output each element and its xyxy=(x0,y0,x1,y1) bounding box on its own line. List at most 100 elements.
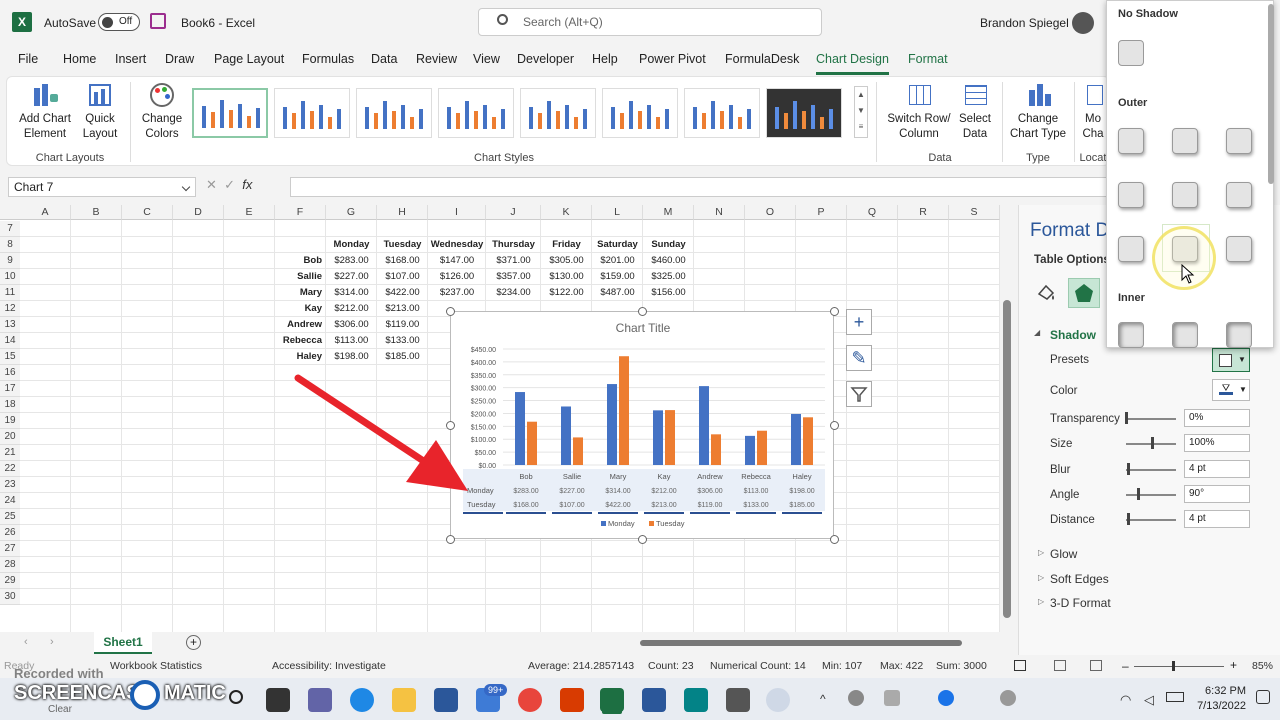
avatar[interactable] xyxy=(1072,12,1094,34)
column-header[interactable]: G xyxy=(326,205,377,220)
taskbar-search-icon[interactable] xyxy=(229,690,243,704)
inner-shadow-preset[interactable] xyxy=(1172,322,1198,348)
row-header[interactable]: 14 xyxy=(0,333,20,349)
tab-chart-design[interactable]: Chart Design xyxy=(816,52,889,75)
quick-layout-button[interactable]: Quick Layout xyxy=(76,82,124,142)
table-cell[interactable]: $487.00 xyxy=(592,285,643,301)
name-box[interactable]: Chart 7 xyxy=(8,177,196,197)
distance-slider[interactable] xyxy=(1126,519,1176,521)
table-cell[interactable]: $133.00 xyxy=(377,333,428,349)
fill-line-icon[interactable] xyxy=(1034,280,1058,304)
outer-shadow-preset[interactable] xyxy=(1226,128,1252,154)
row-header[interactable]: 23 xyxy=(0,477,20,493)
table-cell[interactable]: $325.00 xyxy=(643,269,694,285)
row-header[interactable]: 9 xyxy=(0,253,20,269)
table-cell[interactable]: $185.00 xyxy=(377,349,428,365)
table-header[interactable]: Monday xyxy=(326,237,377,253)
page-layout-view-icon[interactable] xyxy=(1054,660,1066,671)
zoom-slider[interactable] xyxy=(1134,666,1224,667)
table-row-name[interactable]: Sallie xyxy=(275,269,326,285)
word-icon[interactable] xyxy=(642,688,666,712)
row-header[interactable]: 7 xyxy=(0,221,20,237)
column-header[interactable]: H xyxy=(377,205,428,220)
resize-handle[interactable] xyxy=(637,534,647,544)
table-cell[interactable]: $371.00 xyxy=(486,253,541,269)
row-header[interactable]: 19 xyxy=(0,413,20,429)
recorder-icon[interactable] xyxy=(766,688,790,712)
column-header[interactable]: L xyxy=(592,205,643,220)
bluetooth-icon[interactable] xyxy=(938,690,954,706)
color-dropdown[interactable]: ⛛ ▼ xyxy=(1212,379,1250,401)
row-header[interactable]: 22 xyxy=(0,461,20,477)
confirm-icon[interactable]: ✓ xyxy=(224,177,235,192)
table-row-name[interactable]: Andrew xyxy=(275,317,326,333)
column-header[interactable]: P xyxy=(796,205,847,220)
table-row-name[interactable]: Rebecca xyxy=(275,333,326,349)
zoom-in-icon[interactable]: + xyxy=(1230,658,1237,672)
table-cell[interactable]: $147.00 xyxy=(428,253,486,269)
resize-handle[interactable] xyxy=(637,306,647,316)
row-header[interactable]: 24 xyxy=(0,493,20,509)
resize-handle[interactable] xyxy=(829,534,839,544)
row-header[interactable]: 18 xyxy=(0,397,20,413)
effects-icon[interactable] xyxy=(1068,278,1100,308)
wifi-icon[interactable]: ◠ xyxy=(1120,692,1131,708)
column-header[interactable]: J xyxy=(486,205,541,220)
clock-time[interactable]: 6:32 PM xyxy=(1200,685,1246,697)
chart-style-thumbnail[interactable] xyxy=(766,88,842,138)
table-cell[interactable]: $107.00 xyxy=(377,269,428,285)
row-header[interactable]: 17 xyxy=(0,381,20,397)
tab-developer[interactable]: Developer xyxy=(517,52,574,66)
angle-slider[interactable] xyxy=(1126,494,1176,496)
row-header[interactable]: 11 xyxy=(0,285,20,301)
status-workbook-statistics[interactable]: Workbook Statistics xyxy=(110,660,202,672)
tab-insert[interactable]: Insert xyxy=(115,52,146,66)
add-chart-element-button[interactable]: Add Chart Element xyxy=(14,82,76,142)
row-header[interactable]: 30 xyxy=(0,589,20,605)
outer-shadow-preset[interactable] xyxy=(1172,182,1198,208)
zoom-out-icon[interactable]: – xyxy=(1122,659,1129,673)
tab-power-pivot[interactable]: Power Pivot xyxy=(639,52,706,66)
distance-slider-thumb[interactable] xyxy=(1127,513,1130,525)
size-slider-thumb[interactable] xyxy=(1151,437,1154,449)
file-explorer-icon[interactable] xyxy=(392,688,416,712)
user-name[interactable]: Brandon Spiegel xyxy=(980,16,1069,30)
table-cell[interactable]: $306.00 xyxy=(326,317,377,333)
table-cell[interactable]: $122.00 xyxy=(541,285,592,301)
table-cell[interactable]: $159.00 xyxy=(592,269,643,285)
save-icon[interactable] xyxy=(150,13,166,29)
normal-view-icon[interactable] xyxy=(1014,660,1026,671)
change-colors-button[interactable]: Change Colors xyxy=(136,82,188,142)
chart-style-thumbnail[interactable] xyxy=(438,88,514,138)
status-accessibility[interactable]: Accessibility: Investigate xyxy=(272,660,386,672)
row-header[interactable]: 15 xyxy=(0,349,20,365)
table-cell[interactable]: $227.00 xyxy=(326,269,377,285)
row-header[interactable]: 10 xyxy=(0,269,20,285)
resize-handle[interactable] xyxy=(445,534,455,544)
page-break-view-icon[interactable] xyxy=(1090,660,1102,671)
row-header[interactable]: 25 xyxy=(0,509,20,525)
table-cell[interactable]: $212.00 xyxy=(326,301,377,317)
column-header[interactable]: O xyxy=(745,205,796,220)
angle-input[interactable]: 90° xyxy=(1184,485,1250,503)
table-row-name[interactable]: Bob xyxy=(275,253,326,269)
3d-format-section[interactable]: 3-D Format xyxy=(1050,596,1111,610)
table-options-dropdown[interactable]: Table Options xyxy=(1034,254,1110,266)
edge-icon[interactable] xyxy=(350,688,374,712)
table-header[interactable]: Thursday xyxy=(486,237,541,253)
column-header[interactable]: S xyxy=(949,205,1000,220)
row-header[interactable]: 28 xyxy=(0,557,20,573)
chart-style-thumbnail[interactable] xyxy=(192,88,268,138)
search-input[interactable]: Search (Alt+Q) xyxy=(478,8,822,36)
tray-icon[interactable] xyxy=(884,690,900,706)
row-header[interactable]: 27 xyxy=(0,541,20,557)
shadow-section[interactable]: Shadow xyxy=(1050,328,1096,342)
column-header[interactable]: A xyxy=(20,205,71,220)
table-cell[interactable]: $168.00 xyxy=(377,253,428,269)
table-cell[interactable]: $198.00 xyxy=(326,349,377,365)
tab-review[interactable]: Review xyxy=(416,52,457,66)
row-header[interactable]: 8 xyxy=(0,237,20,253)
table-row-name[interactable]: Kay xyxy=(275,301,326,317)
column-header[interactable]: I xyxy=(428,205,486,220)
table-cell[interactable]: $119.00 xyxy=(377,317,428,333)
